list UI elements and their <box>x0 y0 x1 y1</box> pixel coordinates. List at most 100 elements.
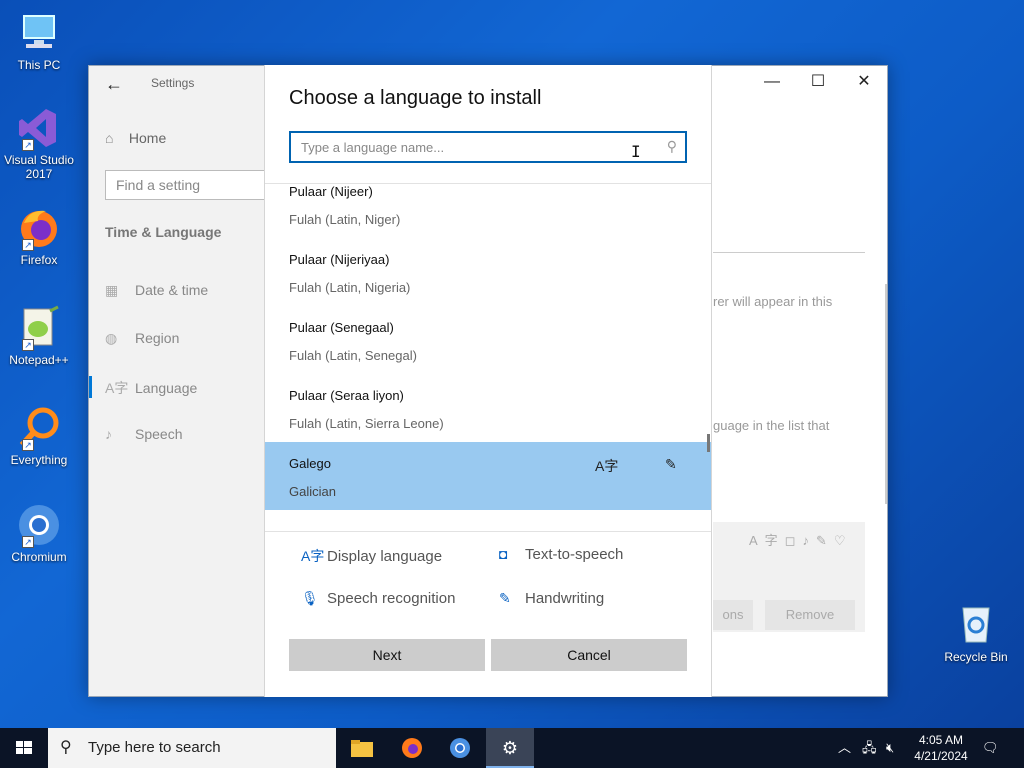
desktop-icon-label: This PC <box>17 58 61 72</box>
visual-studio-icon: ↗ <box>16 105 62 151</box>
feature-label: Speech recognition <box>327 590 456 607</box>
dialog-title: Choose a language to install <box>289 87 542 109</box>
language-native-name: Pulaar (Nijeer) <box>289 184 373 199</box>
nav-home-label: Home <box>128 130 167 146</box>
cancel-button[interactable]: Cancel <box>491 639 687 671</box>
find-setting-input[interactable]: Find a setting <box>105 170 275 200</box>
feature-handwriting: ✎ Handwriting <box>499 590 604 607</box>
feature-speech-recognition: 🎙︎ Speech recognition <box>301 590 455 607</box>
desktop-icon-visual-studio[interactable]: ↗ Visual Studio 2017 <box>4 105 74 181</box>
handwriting-icon: ✎ <box>499 590 511 606</box>
feature-display-language: A字 Display language <box>301 546 442 566</box>
language-item[interactable]: Pulaar (Nijeriyaa) Fulah (Latin, Nigeria… <box>265 238 711 306</box>
computer-icon <box>16 10 62 56</box>
globe-icon: ◍ <box>105 330 118 346</box>
recycle-bin-label: Recycle Bin <box>944 650 1008 664</box>
firefox-icon <box>402 738 422 758</box>
feature-label: Display language <box>327 548 443 565</box>
text-to-speech-icon: ◘ <box>499 546 508 562</box>
language-native-name: Pulaar (Nijeriyaa) <box>289 252 390 267</box>
desktop-icon-label: Everything <box>10 453 68 467</box>
maximize-button[interactable]: ☐ <box>795 66 841 98</box>
background-options-button: ons <box>713 600 753 630</box>
taskbar-settings[interactable]: ⚙ <box>486 728 534 768</box>
notepadpp-icon: ↗ <box>16 305 62 351</box>
search-icon: ⚲ <box>666 138 677 154</box>
gear-icon: ⚙ <box>501 738 519 758</box>
desktop-icon-chromium[interactable]: ↗ Chromium <box>4 502 74 564</box>
language-native-name: Pulaar (Seraa liyon) <box>289 388 404 403</box>
nav-language[interactable]: A字 Language <box>88 376 197 398</box>
language-features-icons: A字◻♪✎♡ <box>749 533 853 548</box>
language-item-selected[interactable]: Galego Galician A字 ✎ <box>265 442 711 510</box>
nav-speech[interactable]: ♪ Speech <box>105 426 182 442</box>
taskbar-firefox[interactable] <box>388 728 436 768</box>
language-english-name: Fulah (Latin, Sierra Leone) <box>289 416 444 431</box>
recycle-bin-icon <box>953 600 999 646</box>
shortcut-arrow-icon: ↗ <box>22 439 34 451</box>
list-scrollbar-thumb[interactable] <box>707 434 710 452</box>
language-item[interactable]: Pulaar (Senegaal) Fulah (Latin, Senegal) <box>265 306 711 374</box>
desktop-icon-notepadpp[interactable]: ↗ Notepad++ <box>4 305 74 367</box>
feature-label: Handwriting <box>525 590 605 607</box>
desktop-icon-this-pc[interactable]: This PC <box>4 10 74 72</box>
tray-overflow-chevron-icon[interactable]: ︿ <box>838 728 851 768</box>
nav-date-time[interactable]: ▦ Date & time <box>105 282 208 299</box>
notification-center-icon[interactable]: 🗨︎ <box>982 728 1002 768</box>
minimize-button[interactable]: — <box>749 66 795 98</box>
taskbar-file-explorer[interactable] <box>338 728 386 768</box>
language-item-partial[interactable] <box>265 510 711 531</box>
nav-home[interactable]: ⌂ Home <box>105 130 166 146</box>
clock-time: 4:05 AM <box>918 733 964 747</box>
shortcut-arrow-icon: ↗ <box>22 339 34 351</box>
language-english-name: Fulah (Latin, Nigeria) <box>289 280 411 295</box>
background-dropdown <box>713 252 865 282</box>
desktop-icon-label: Visual Studio 2017 <box>4 153 74 181</box>
language-english-name: Fulah (Latin, Niger) <box>289 212 401 227</box>
nav-label: Region <box>135 330 180 346</box>
language-search-box[interactable]: I ⚲ <box>289 131 687 163</box>
search-icon: ⚲ <box>60 739 72 756</box>
nav-label: Date & time <box>135 282 209 298</box>
taskbar-clock[interactable]: 4:05 AM 4/21/2024 <box>906 732 976 764</box>
calendar-icon: ▦ <box>105 282 119 298</box>
taskbar-chromium[interactable] <box>436 728 484 768</box>
chromium-icon: ↗ <box>16 502 62 548</box>
start-button[interactable] <box>0 728 48 768</box>
feature-text-to-speech: ◘ Text-to-speech <box>499 546 623 563</box>
window-controls: — ☐ ✕ <box>749 66 887 98</box>
language-search-input[interactable] <box>291 133 685 161</box>
next-button[interactable]: Next <box>289 639 485 671</box>
firefox-icon: ↗ <box>16 205 62 251</box>
taskbar-search[interactable]: ⚲ Type here to search <box>48 728 336 768</box>
language-item[interactable]: Pulaar (Nijeer) Fulah (Latin, Niger) <box>265 184 711 238</box>
language-item[interactable]: Pulaar (Seraa liyon) Fulah (Latin, Sierr… <box>265 374 711 442</box>
desktop-icon-label: Notepad++ <box>9 353 69 367</box>
nav-region[interactable]: ◍ Region <box>105 330 179 347</box>
text-cursor-icon: I <box>631 142 641 161</box>
display-language-feature-icon: A字 <box>595 458 619 474</box>
volume-muted-icon[interactable]: 🔇︎ <box>886 728 894 768</box>
language-list[interactable]: Pulaar (Nijeer) Fulah (Latin, Niger) Pul… <box>265 183 711 531</box>
desktop-icon-everything[interactable]: ↗ Everything <box>4 405 74 467</box>
find-setting-placeholder: Find a setting <box>116 177 201 193</box>
language-icon: A字 <box>105 380 129 396</box>
choose-language-dialog: Choose a language to install I ⚲ Pulaar … <box>264 65 712 697</box>
display-language-icon: A字 <box>301 548 325 564</box>
language-features-legend: A字 Display language ◘ Text-to-speech 🎙︎ Spe… <box>265 531 711 697</box>
language-english-name: Fulah (Latin, Senegal) <box>289 348 417 363</box>
desktop-icon-recycle-bin[interactable]: Recycle Bin <box>940 600 1012 664</box>
feature-label: Text-to-speech <box>525 546 624 563</box>
back-arrow-icon[interactable]: ← <box>105 74 123 95</box>
background-text: rer will appear in this <box>713 294 833 309</box>
chromium-icon <box>450 738 470 758</box>
language-native-name: Galego <box>289 456 331 471</box>
close-button[interactable]: ✕ <box>841 66 887 98</box>
settings-sidebar: ← Settings ⌂ Home Find a setting Time & … <box>88 66 275 696</box>
network-icon[interactable]: 🖧︎ <box>862 728 877 768</box>
shortcut-arrow-icon: ↗ <box>22 239 34 251</box>
microphone-icon: 🎙︎ <box>301 590 319 606</box>
desktop-icon-label: Firefox <box>20 253 58 267</box>
desktop-icon-firefox[interactable]: ↗ Firefox <box>4 205 74 267</box>
microphone-icon: ♪ <box>105 426 112 442</box>
